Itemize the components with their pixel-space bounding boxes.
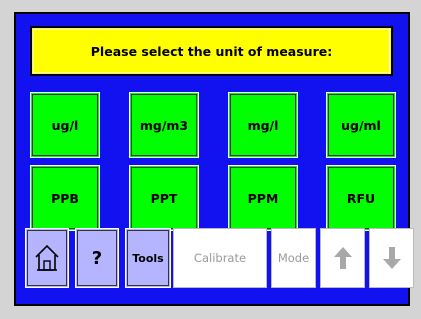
unit-button-ug-ml[interactable]: ug/ml xyxy=(326,92,396,158)
home-icon xyxy=(34,243,60,273)
unit-label: RFU xyxy=(346,190,376,206)
unit-label: mg/l xyxy=(247,117,279,133)
unit-button-rfu[interactable]: RFU xyxy=(326,165,396,231)
scroll-up-button[interactable] xyxy=(320,228,365,288)
unit-button-ug-l[interactable]: ug/l xyxy=(30,92,100,158)
arrow-up-icon xyxy=(333,246,353,270)
help-button[interactable]: ? xyxy=(75,228,119,288)
home-button[interactable] xyxy=(25,228,69,288)
unit-button-ppb[interactable]: PPB xyxy=(30,165,100,231)
tools-label: Tools xyxy=(132,251,164,265)
calibrate-button[interactable]: Calibrate xyxy=(173,228,267,288)
unit-label: PPM xyxy=(247,190,279,206)
unit-label: PPB xyxy=(51,190,79,206)
unit-button-ppm[interactable]: PPM xyxy=(228,165,298,231)
unit-button-mg-l[interactable]: mg/l xyxy=(228,92,298,158)
help-label: ? xyxy=(91,247,103,269)
unit-button-ppt[interactable]: PPT xyxy=(129,165,199,231)
scroll-down-button[interactable] xyxy=(369,228,414,288)
mode-label: Mode xyxy=(277,251,310,265)
mode-button[interactable]: Mode xyxy=(271,228,316,288)
prompt-text: Please select the unit of measure: xyxy=(90,43,333,59)
unit-label: PPT xyxy=(150,190,178,206)
unit-label: ug/l xyxy=(51,117,79,133)
tools-button[interactable]: Tools xyxy=(125,228,171,288)
arrow-down-icon xyxy=(382,246,402,270)
calibrate-label: Calibrate xyxy=(193,251,247,265)
unit-label: mg/m3 xyxy=(139,117,189,133)
unit-label: ug/ml xyxy=(341,117,381,133)
unit-button-mg-m3[interactable]: mg/m3 xyxy=(129,92,199,158)
prompt-banner: Please select the unit of measure: xyxy=(30,26,393,76)
